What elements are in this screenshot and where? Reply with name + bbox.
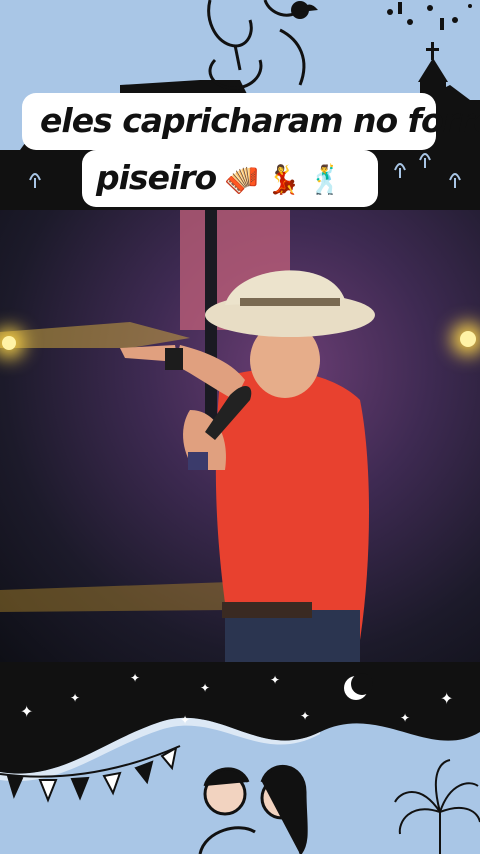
stage-light-left [2,336,16,350]
svg-text:✦: ✦ [70,691,80,705]
dancer-man-emoji-icon: 🕺 [307,163,343,196]
top-decoration: eles capricharam no forró piseiro 🪗 💃 🕺 [0,0,480,210]
svg-text:✦: ✦ [440,689,453,708]
svg-text:✦: ✦ [270,673,280,687]
stage-light-right [460,331,476,347]
video-frame-singer [0,210,375,662]
svg-text:✦: ✦ [400,711,410,725]
svg-text:✦: ✦ [130,671,140,685]
svg-text:✦: ✦ [300,709,310,723]
couple-dancing-icon [198,765,308,854]
bottom-decoration: ✦ ✦ ✦ ✦ ✦ ✦ ✦ ✦ ✦ [0,662,480,854]
dancer-woman-emoji-icon: 💃 [266,163,301,196]
svg-text:✦: ✦ [20,702,33,721]
confetti-icon [387,2,472,30]
svg-text:✦: ✦ [200,681,210,695]
couple-dancing-icon [207,0,306,90]
video-post-frame: eles capricharam no forró piseiro🪗💃🕺 [0,0,480,854]
accordion-emoji-icon: 🪗 [224,163,259,196]
video-player[interactable] [0,210,480,662]
firework-icon [394,759,480,854]
caption-text-line1: eles capricharam no forró [40,101,480,140]
caption-word-piseiro: piseiro [96,158,217,197]
caption-text-line2: piseiro 🪗 💃 🕺 [96,158,343,197]
night-sky-decoration: ✦ ✦ ✦ ✦ ✦ ✦ ✦ ✦ ✦ [0,662,480,854]
